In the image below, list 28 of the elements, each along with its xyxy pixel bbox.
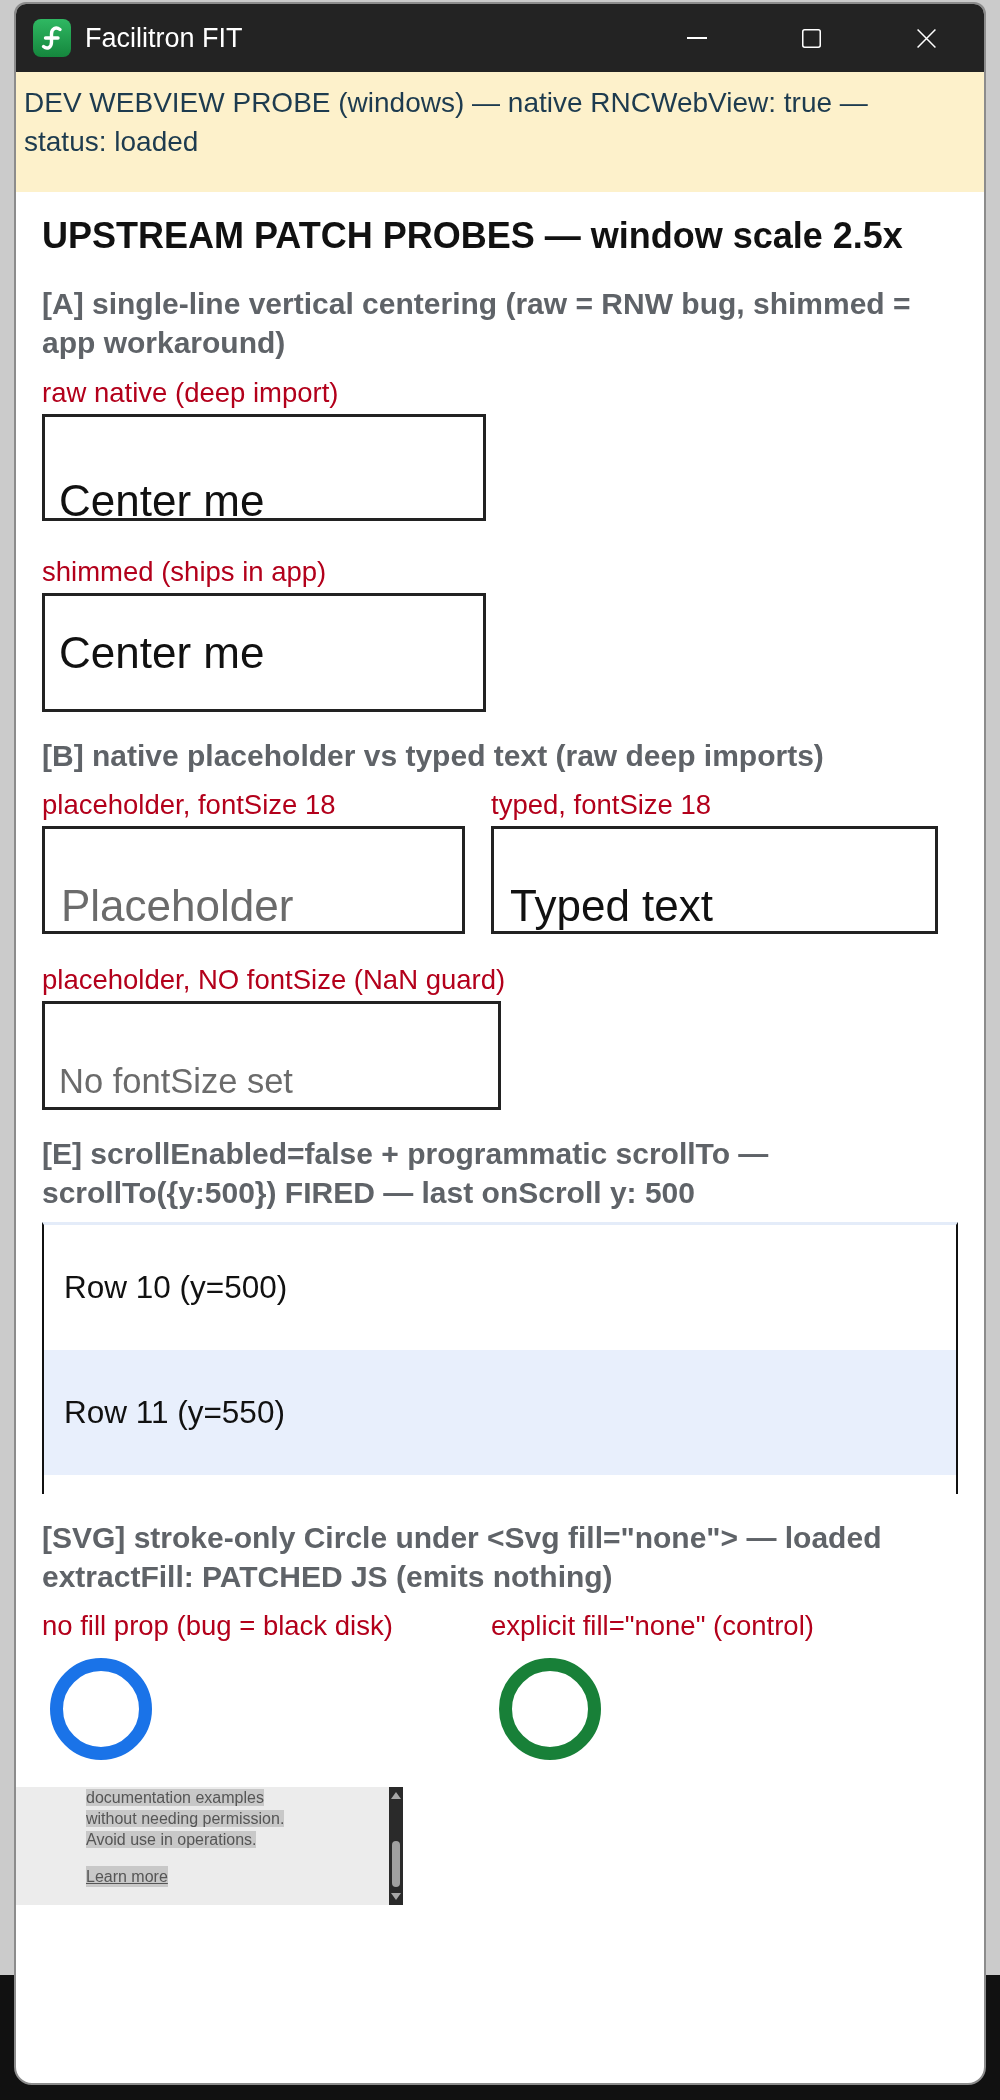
app-logo-icon [33,19,71,57]
text-input[interactable]: Center me [42,593,486,712]
text-input[interactable]: No fontSize set [42,1001,501,1110]
up-arrow-icon[interactable] [391,1792,401,1799]
field-label: shimmed (ships in app) [42,557,328,587]
close-icon [917,28,936,48]
down-arrow-icon[interactable] [391,1893,401,1900]
learn-more-link[interactable]: Learn more [86,1866,168,1887]
field-label: no fill prop (bug = black disk) [42,1611,394,1641]
text-input[interactable]: Typed text [491,826,938,934]
text-input[interactable]: Center me [42,414,486,521]
field-label: raw native (deep import) [42,378,340,408]
field-label: typed, fontSize 18 [491,790,713,820]
section-title: [B] native placeholder vs typed text (raw deep imports) [42,738,825,774]
page-heading: UPSTREAM PATCH PROBES — window scale 2.5x [42,216,904,256]
scroll-thumb[interactable] [392,1841,400,1887]
field-label: explicit fill="none" (control) [491,1611,815,1641]
status-banner: DEV WEBVIEW PROBE (windows) — native RNCWebView: true — status: loaded [16,72,984,192]
window-title: Facilitron FIT [85,22,243,55]
section-title: [SVG] stroke-only Circle under <Svg fill="none"> — loaded extractFill: PATCHED JS (emits nothing) [42,1520,883,1595]
section-title: [A] single-line vertical centering (raw = RNW bug, shimmed = app workaround) [42,286,912,361]
info-text: documentation examples without needing permission. Avoid use in operations. [86,1788,286,1850]
text-input[interactable]: Placeholder [42,826,465,934]
maximize-icon [802,28,821,48]
list-row: Row 11 (y=550) [44,1350,956,1475]
field-label: placeholder, fontSize 18 [42,790,337,820]
minimize-icon [686,37,707,39]
section-title: [E] scrollEnabled=false + programmatic scrollTo — scrollTo({y:500}) FIRED — last onScroll y: 500 [42,1136,770,1211]
